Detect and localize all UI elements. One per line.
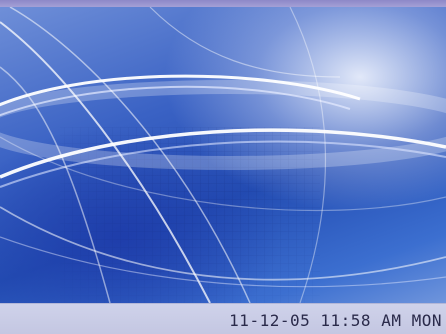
date-text: 11-12-05 — [229, 311, 311, 330]
curve-7 — [149, 7, 341, 78]
time-text: 11:58 — [320, 311, 372, 330]
weekday-text: MON — [411, 311, 442, 330]
status-bar: 11-12-05 11:58 AM MON — [0, 303, 446, 334]
wallpaper — [0, 7, 446, 303]
wallpaper-arcs-graphic — [0, 7, 446, 303]
top-bar — [0, 0, 446, 7]
device-screen: 11-12-05 11:58 AM MON — [0, 0, 446, 334]
meridiem-text: AM — [381, 311, 402, 330]
date-time-display: 11-12-05 11:58 AM MON — [229, 311, 442, 330]
